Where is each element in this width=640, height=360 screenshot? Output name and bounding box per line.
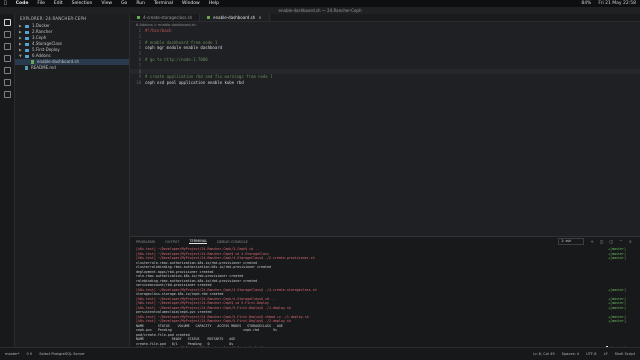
tree-file-readme[interactable]: README.md bbox=[15, 65, 129, 71]
battery-level[interactable]: 84% bbox=[581, 1, 591, 6]
folder-icon bbox=[25, 24, 29, 28]
search-icon[interactable] bbox=[3, 31, 11, 38]
add-terminal-icon[interactable]: + bbox=[590, 239, 593, 244]
cursor-position[interactable]: Ln 8, Col 49 bbox=[533, 352, 554, 356]
folder-icon bbox=[25, 54, 29, 58]
trash-icon[interactable]: ◫ bbox=[610, 239, 614, 244]
line-endings[interactable]: LF bbox=[604, 352, 608, 356]
tab-enable-dashboard[interactable]: enable-dashboard.sh × bbox=[200, 14, 270, 22]
problems-count[interactable]: 0 0 bbox=[26, 352, 32, 356]
source-control-icon[interactable] bbox=[3, 43, 11, 50]
menu-file[interactable]: File bbox=[37, 1, 45, 6]
bottom-panel: PROBLEMS OUTPUT TERMINAL DEBUG CONSOLE 1… bbox=[130, 236, 640, 350]
language-mode[interactable]: Shell Script bbox=[615, 352, 635, 356]
remote-explorer-icon[interactable] bbox=[3, 79, 11, 86]
menu-window[interactable]: Window bbox=[182, 1, 200, 6]
code-line[interactable]: 10 ceph osd pool application enable kube … bbox=[130, 80, 640, 86]
terminal-select[interactable]: 1: zsh bbox=[557, 238, 585, 245]
folder-icon bbox=[25, 36, 29, 40]
markdown-file-icon bbox=[25, 66, 28, 70]
folder-icon bbox=[25, 42, 29, 46]
run-debug-icon[interactable] bbox=[3, 55, 11, 62]
menu-go[interactable]: Go bbox=[121, 1, 127, 6]
indentation[interactable]: Spaces: 4 bbox=[562, 352, 579, 356]
extensions-icon[interactable] bbox=[3, 67, 11, 74]
editor-area: 4-create-storageclass.sh enable-dashboar… bbox=[130, 14, 640, 236]
encoding[interactable]: UTF-8 bbox=[586, 352, 596, 356]
clock[interactable]: Fri 21 May 22:58 bbox=[598, 1, 636, 6]
code-editor[interactable]: 1 #!/bin/bash 2 3 # enable dashboard from … bbox=[130, 28, 640, 86]
chevron-up-icon[interactable]: ⌃ bbox=[619, 239, 622, 244]
terminal-output[interactable]: [k8s-test] ~/Developer/MyProject/24.Ranc… bbox=[130, 246, 640, 351]
menu-run[interactable]: Run bbox=[136, 1, 145, 6]
status-right: Ln 8, Col 49 Spaces: 4 UTF-8 LF Shell Sc… bbox=[533, 352, 635, 356]
postgres-server-select[interactable]: Select PostgreSQL Server bbox=[39, 352, 85, 356]
tab-debug-console[interactable]: DEBUG CONSOLE bbox=[217, 240, 248, 244]
tab-create-storageclass[interactable]: 4-create-storageclass.sh bbox=[130, 14, 201, 21]
menu-app-code[interactable]: Code bbox=[16, 1, 29, 6]
shell-file-icon bbox=[137, 16, 140, 19]
explorer-header: EXPLORER: 24.RANCHER-CEPH bbox=[20, 16, 87, 21]
git-branch[interactable]: master* bbox=[5, 352, 19, 356]
panel-tabs: PROBLEMS OUTPUT TERMINAL DEBUG CONSOLE 1… bbox=[130, 237, 640, 246]
macos-menubar:  Code File Edit Selection View Go Run T… bbox=[0, 0, 640, 7]
status-bar: master* 0 0 Select PostgreSQL Server Ln … bbox=[0, 347, 640, 360]
menu-edit[interactable]: Edit bbox=[54, 1, 63, 6]
menu-selection[interactable]: Selection bbox=[72, 1, 93, 6]
menu-help[interactable]: Help bbox=[209, 1, 219, 6]
tab-problems[interactable]: PROBLEMS bbox=[136, 240, 155, 244]
menubar-status: 84% Fri 21 May 22:58 bbox=[581, 1, 636, 6]
folder-icon bbox=[25, 30, 29, 34]
panel-toolbar: 1: zsh + ◫ ◫ ⌃ × bbox=[557, 238, 640, 245]
database-icon[interactable] bbox=[3, 91, 11, 98]
apple-icon[interactable]:  bbox=[4, 1, 7, 6]
activity-bar bbox=[0, 14, 15, 347]
shell-file-icon bbox=[207, 16, 211, 19]
explorer-sidebar: EXPLORER: 24.RANCHER-CEPH ▶ 1.Docker ▶ 2.R… bbox=[15, 14, 130, 347]
split-terminal-icon[interactable]: ◫ bbox=[600, 239, 604, 244]
editor-tabs: 4-create-storageclass.sh enable-dashboar… bbox=[130, 14, 640, 22]
shell-file-icon bbox=[31, 60, 34, 64]
close-panel-icon[interactable]: × bbox=[629, 239, 632, 244]
menu-terminal[interactable]: Terminal bbox=[154, 1, 173, 6]
menu-view[interactable]: View bbox=[101, 1, 112, 6]
folder-icon bbox=[25, 48, 29, 52]
tab-terminal[interactable]: TERMINAL bbox=[189, 239, 208, 244]
explorer-icon[interactable] bbox=[3, 19, 11, 26]
tab-output[interactable]: OUTPUT bbox=[165, 240, 179, 244]
window-title: enable-dashboard.sh — 24.Rancher-Ceph bbox=[0, 7, 640, 14]
close-icon[interactable]: × bbox=[258, 14, 261, 22]
